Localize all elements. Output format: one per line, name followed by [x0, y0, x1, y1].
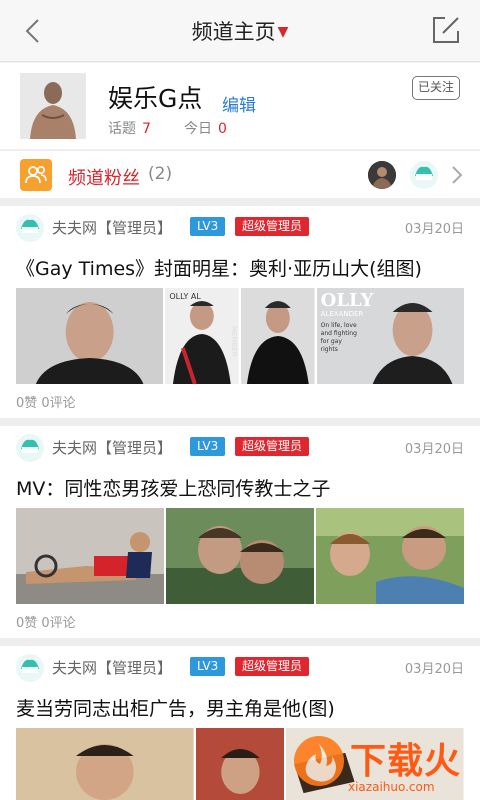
edit-channel-link[interactable]: 编辑	[222, 91, 256, 116]
post-image[interactable]: OLLY ALEXANDER On life, love and fightin…	[316, 288, 464, 384]
divider	[0, 638, 480, 646]
watermark-url: xiazaihuo.com	[348, 780, 435, 794]
post-stats: 0赞 0评论	[16, 396, 76, 411]
chevron-right-icon[interactable]	[450, 164, 464, 186]
image-caption: ALEXANDER	[320, 310, 364, 318]
post-image[interactable]	[195, 728, 285, 800]
channel-header: 娱乐G点 编辑 话题 7 今日 0 已关注	[0, 63, 480, 149]
fire-icon	[294, 736, 344, 786]
image-caption: OLLY	[320, 290, 374, 311]
post-image[interactable]	[16, 288, 164, 384]
post-title[interactable]: MV：同性恋男孩爱上恐同传教士之子	[16, 474, 330, 501]
post-image[interactable]	[166, 508, 314, 604]
author-avatar[interactable]	[16, 434, 44, 462]
channel-avatar[interactable]	[20, 73, 86, 139]
today-label: 今日	[184, 121, 212, 137]
topics-count: 7	[142, 121, 151, 137]
page-title[interactable]: 频道主页 ▼	[0, 16, 480, 46]
image-caption: On life, love and fighting for gay right…	[320, 322, 357, 353]
post-image[interactable]	[16, 728, 194, 800]
app-screen: 频道主页 ▼ 娱乐G点 编辑 话题 7 今日 0 已关注 频道粉丝 (2) 夫夫…	[0, 0, 480, 800]
page-title-text[interactable]: 频道主页	[192, 20, 276, 44]
today-count: 0	[218, 121, 227, 137]
fans-label: 频道粉丝	[68, 168, 140, 189]
channel-fans-row[interactable]: 频道粉丝 (2)	[0, 150, 480, 198]
fan-avatar[interactable]	[368, 161, 396, 189]
image-caption: OLLY AL	[169, 292, 201, 301]
compose-icon[interactable]	[430, 14, 462, 46]
author-avatar[interactable]	[16, 654, 44, 682]
divider	[0, 418, 480, 426]
author-name[interactable]: 夫夫网【管理员】	[52, 217, 172, 238]
post-date: 03月20日	[404, 442, 464, 457]
author-name[interactable]: 夫夫网【管理员】	[52, 437, 172, 458]
author-name[interactable]: 夫夫网【管理员】	[52, 657, 172, 678]
post-image[interactable]	[316, 508, 464, 604]
post-title[interactable]: 《Gay Times》封面明星：奥利·亚历山大(组图)	[16, 254, 422, 281]
fans-group-icon	[20, 159, 52, 191]
role-badge: 超级管理员	[235, 657, 310, 676]
fans-count: (2)	[148, 164, 173, 184]
post-image[interactable]	[16, 508, 164, 604]
post-image[interactable]: OLLY AL MEMBER	[165, 288, 239, 384]
post-date: 03月20日	[404, 222, 464, 237]
topics-label: 话题	[108, 121, 136, 137]
post-card[interactable]: 夫夫网【管理员】 LV3 超级管理员 03月20日 MV：同性恋男孩爱上恐同传教…	[0, 426, 480, 638]
fan-avatar[interactable]	[410, 161, 438, 189]
watermark-brand: 下载火	[350, 741, 462, 782]
author-avatar[interactable]	[16, 214, 44, 242]
post-card[interactable]: 夫夫网【管理员】 LV3 超级管理员 03月20日 《Gay Times》封面明…	[0, 206, 480, 418]
post-image-strip[interactable]: OLLY AL MEMBER OLLY ALEXANDER On life, l…	[16, 288, 464, 384]
top-bar: 频道主页 ▼	[0, 0, 480, 62]
post-image[interactable]	[241, 288, 315, 384]
post-date: 03月20日	[404, 662, 464, 677]
divider	[0, 198, 480, 206]
topics-stat: 话题 7	[108, 118, 151, 138]
follow-status-button[interactable]: 已关注	[412, 76, 460, 100]
watermark-logo: 下载火 xiazaihuo.com	[278, 726, 478, 800]
post-stats: 0赞 0评论	[16, 616, 76, 631]
level-badge: LV3	[190, 437, 226, 456]
level-badge: LV3	[190, 657, 226, 676]
level-badge: LV3	[190, 217, 226, 236]
role-badge: 超级管理员	[235, 437, 310, 456]
caret-down-icon[interactable]: ▼	[278, 24, 289, 40]
post-title[interactable]: 麦当劳同志出柜广告，男主角是他(图)	[16, 694, 335, 721]
image-caption: MEMBER	[230, 326, 238, 357]
role-badge: 超级管理员	[235, 217, 310, 236]
today-stat: 今日 0	[184, 118, 227, 138]
channel-name: 娱乐G点	[108, 84, 203, 113]
post-image-strip[interactable]	[16, 508, 464, 604]
